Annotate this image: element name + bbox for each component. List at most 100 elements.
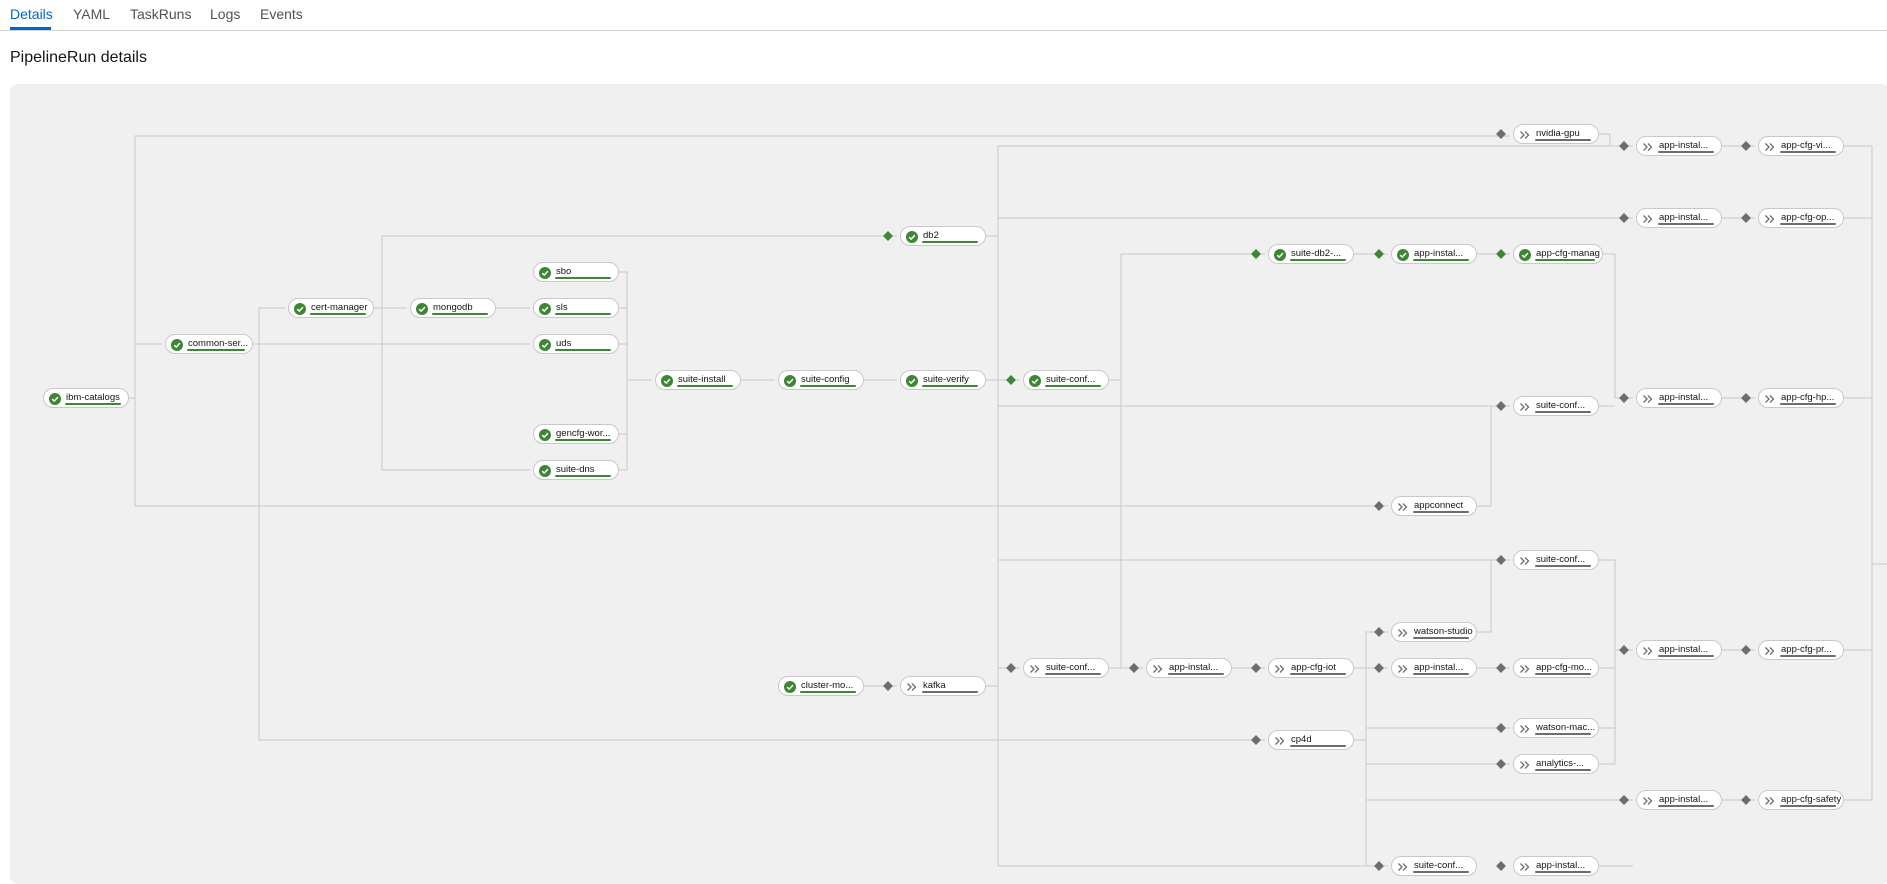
dependency-diamond-icon bbox=[1374, 249, 1384, 259]
task-node-sls[interactable]: sls bbox=[533, 298, 619, 318]
task-node-sbo[interactable]: sbo bbox=[533, 262, 619, 282]
task-node-suite-config-4[interactable]: suite-conf... bbox=[1391, 856, 1477, 876]
tab-events[interactable]: Events bbox=[260, 6, 303, 22]
task-node-label: app-instal... bbox=[1659, 392, 1709, 403]
task-node-common-services[interactable]: common-ser... bbox=[165, 334, 253, 354]
task-node-app-cfg-predict[interactable]: app-cfg-pr... bbox=[1758, 640, 1844, 660]
task-status-bar bbox=[310, 313, 366, 315]
task-node-ibm-catalogs[interactable]: ibm-catalogs bbox=[43, 388, 129, 408]
task-node-nvidia-gpu[interactable]: nvidia-gpu bbox=[1513, 124, 1599, 144]
dependency-diamond-icon bbox=[1496, 861, 1506, 871]
task-node-app-install-hputilities[interactable]: app-instal... bbox=[1636, 388, 1722, 408]
dependency-diamond-icon bbox=[1741, 393, 1751, 403]
task-status-bar bbox=[555, 475, 611, 477]
pending-chevrons-icon bbox=[1764, 392, 1776, 404]
pipeline-graph-canvas[interactable]: ibm-catalogs common-ser... cert-manager mon… bbox=[10, 84, 1887, 884]
dependency-diamond-icon bbox=[1496, 663, 1506, 673]
pipeline-edge bbox=[1354, 739, 1510, 765]
task-node-app-cfg-hputilities[interactable]: app-cfg-hp... bbox=[1758, 388, 1844, 408]
check-circle-icon bbox=[539, 302, 551, 315]
task-node-app-cfg-manage[interactable]: app-cfg-manage bbox=[1513, 244, 1603, 264]
task-node-suite-config-iot[interactable]: suite-conf... bbox=[1023, 658, 1109, 678]
task-node-app-install-manage[interactable]: app-instal... bbox=[1391, 244, 1477, 264]
pending-chevrons-icon bbox=[1397, 626, 1409, 638]
task-status-bar bbox=[1535, 769, 1591, 771]
task-node-appconnect[interactable]: appconnect bbox=[1391, 496, 1477, 516]
task-node-suite-config[interactable]: suite-config bbox=[778, 370, 864, 390]
task-node-mongodb[interactable]: mongodb bbox=[410, 298, 496, 318]
task-node-app-cfg-safety[interactable]: app-cfg-safety bbox=[1758, 790, 1844, 810]
pipeline-edge bbox=[619, 380, 628, 471]
pending-chevrons-icon bbox=[1029, 662, 1041, 674]
task-node-app-cfg-monitor[interactable]: app-cfg-mo... bbox=[1513, 658, 1599, 678]
task-node-watson-machine-learning[interactable]: watson-mac... bbox=[1513, 718, 1599, 738]
pending-chevrons-icon bbox=[1642, 794, 1654, 806]
task-node-app-install-assist[interactable]: app-instal... bbox=[1513, 856, 1599, 876]
pending-chevrons-icon bbox=[1274, 734, 1286, 746]
pipeline-edge bbox=[986, 379, 1020, 669]
task-status-bar bbox=[1658, 403, 1714, 405]
pipeline-edge bbox=[129, 397, 1388, 507]
task-node-label: appconnect bbox=[1414, 500, 1464, 511]
tab-taskruns[interactable]: TaskRuns bbox=[130, 6, 191, 22]
task-node-label: app-cfg-op... bbox=[1781, 212, 1835, 223]
task-node-suite-config-2[interactable]: suite-conf... bbox=[1513, 396, 1599, 416]
task-node-label: watson-mac... bbox=[1536, 722, 1596, 733]
task-node-label: cluster-mo... bbox=[801, 680, 854, 691]
task-node-app-cfg-optimizer[interactable]: app-cfg-op... bbox=[1758, 208, 1844, 228]
dependency-diamond-icon bbox=[1496, 401, 1506, 411]
task-node-suite-install[interactable]: suite-install bbox=[655, 370, 741, 390]
task-node-suite-config-1[interactable]: suite-conf... bbox=[1023, 370, 1109, 390]
dependency-diamond-icon bbox=[1741, 645, 1751, 655]
task-status-bar bbox=[1290, 673, 1346, 675]
task-status-bar bbox=[65, 403, 121, 405]
task-node-cluster-monitoring[interactable]: cluster-mo... bbox=[778, 676, 864, 696]
task-node-label: suite-db2-... bbox=[1291, 248, 1342, 259]
task-node-app-install-iot[interactable]: app-instal... bbox=[1146, 658, 1232, 678]
task-node-uds[interactable]: uds bbox=[533, 334, 619, 354]
task-node-label: app-cfg-vi... bbox=[1781, 140, 1831, 151]
task-node-suite-dns[interactable]: suite-dns bbox=[533, 460, 619, 480]
dependency-diamond-icon bbox=[883, 231, 893, 241]
task-status-bar bbox=[922, 241, 978, 243]
task-status-bar bbox=[1168, 673, 1224, 675]
task-node-analytics-engine[interactable]: analytics-... bbox=[1513, 754, 1599, 774]
tab-yaml[interactable]: YAML bbox=[73, 6, 110, 22]
task-node-cp4d[interactable]: cp4d bbox=[1268, 730, 1354, 750]
task-node-gencfg-workspace[interactable]: gencfg-wor... bbox=[533, 424, 619, 444]
task-node-label: suite-dns bbox=[556, 464, 595, 475]
task-node-suite-db2[interactable]: suite-db2-... bbox=[1268, 244, 1354, 264]
task-node-cert-manager[interactable]: cert-manager bbox=[288, 298, 374, 318]
task-node-app-cfg-visualinspection[interactable]: app-cfg-vi... bbox=[1758, 136, 1844, 156]
task-node-app-install-predict[interactable]: app-instal... bbox=[1636, 640, 1722, 660]
task-node-app-install-visualinspection[interactable]: app-instal... bbox=[1636, 136, 1722, 156]
pending-chevrons-icon bbox=[1764, 212, 1776, 224]
task-node-app-install-safety[interactable]: app-instal... bbox=[1636, 790, 1722, 810]
task-node-app-cfg-iot[interactable]: app-cfg-iot bbox=[1268, 658, 1354, 678]
task-status-bar bbox=[555, 439, 611, 441]
task-node-label: app-instal... bbox=[1414, 662, 1464, 673]
task-node-label: app-cfg-manage bbox=[1536, 248, 1600, 259]
task-node-label: app-instal... bbox=[1659, 212, 1709, 223]
task-status-bar bbox=[677, 385, 733, 387]
pending-chevrons-icon bbox=[1642, 392, 1654, 404]
task-node-watson-studio[interactable]: watson-studio bbox=[1391, 622, 1477, 642]
task-node-app-install-monitor[interactable]: app-instal... bbox=[1391, 658, 1477, 678]
pipeline-edge bbox=[1603, 253, 1633, 399]
task-node-app-install-optimizer[interactable]: app-instal... bbox=[1636, 208, 1722, 228]
task-node-db2[interactable]: db2 bbox=[900, 226, 986, 246]
task-node-suite-verify[interactable]: suite-verify bbox=[900, 370, 986, 390]
dependency-diamond-icon bbox=[1619, 645, 1629, 655]
task-status-bar bbox=[800, 385, 856, 387]
task-node-label: app-instal... bbox=[1659, 644, 1709, 655]
pipeline-edge bbox=[1354, 631, 1388, 741]
tab-logs[interactable]: Logs bbox=[210, 6, 240, 22]
dependency-diamond-icon bbox=[1496, 759, 1506, 769]
task-node-kafka[interactable]: kafka bbox=[900, 676, 986, 696]
task-status-bar bbox=[1413, 871, 1469, 873]
pending-chevrons-icon bbox=[1764, 644, 1776, 656]
task-status-bar bbox=[1535, 411, 1591, 413]
pending-chevrons-icon bbox=[1519, 400, 1531, 412]
tab-details[interactable]: Details bbox=[10, 6, 53, 22]
task-node-suite-config-3[interactable]: suite-conf... bbox=[1513, 550, 1599, 570]
